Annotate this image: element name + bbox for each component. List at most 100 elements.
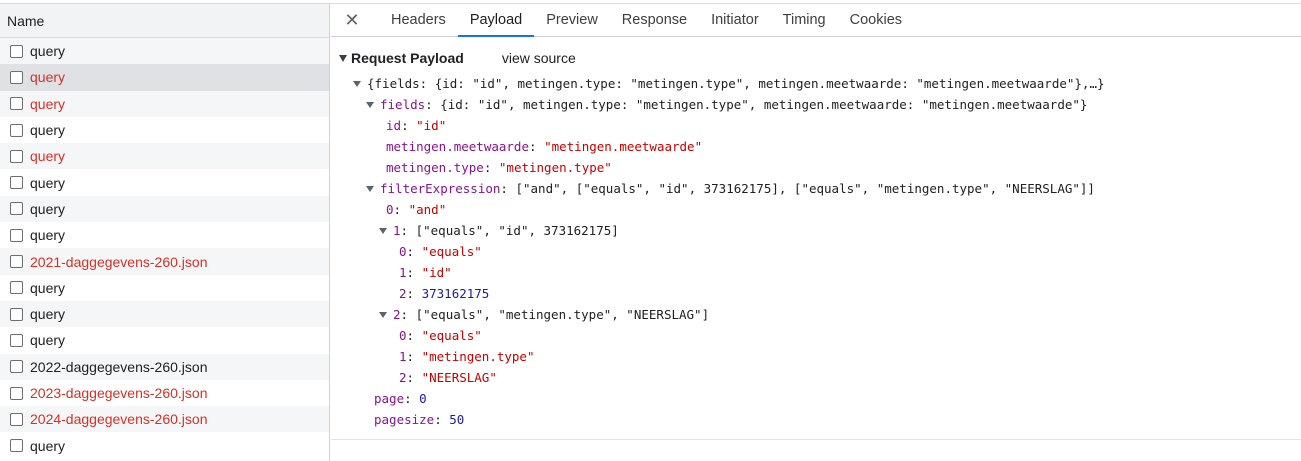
expand-triangle-icon[interactable]: [366, 101, 374, 108]
request-details-panel: ✕ Headers Payload Preview Response Initi…: [331, 4, 1301, 461]
row-checkbox[interactable]: [10, 149, 23, 163]
request-row[interactable]: query: [0, 64, 329, 91]
root-summary: {fields: {id: "id", metingen.type: "meti…: [367, 76, 1105, 91]
row-checkbox[interactable]: [10, 439, 23, 453]
row-checkbox[interactable]: [10, 360, 23, 374]
request-row[interactable]: query: [0, 90, 329, 117]
expand-triangle-icon[interactable]: [366, 185, 374, 192]
row-checkbox[interactable]: [10, 281, 23, 295]
collapse-triangle-icon[interactable]: [339, 54, 347, 62]
view-source-link[interactable]: view source: [502, 50, 576, 66]
tree-summary: ["and", ["equals", "id", 373162175], ["e…: [515, 181, 1095, 196]
request-row[interactable]: 2022-daggegevens-260.json: [0, 353, 329, 380]
tree-row-fields-type: metingen.type: "metingen.type": [386, 160, 612, 175]
row-checkbox[interactable]: [10, 202, 23, 216]
request-name: 2022-daggegevens-260.json: [30, 358, 208, 375]
close-icon[interactable]: ✕: [341, 4, 363, 36]
request-row[interactable]: query: [0, 327, 329, 353]
tree-row-filterexpression[interactable]: filterExpression: ["and", ["equals", "id…: [331, 178, 1301, 199]
tab-initiator[interactable]: Initiator: [699, 4, 771, 36]
tree-summary: ["equals", "metingen.type", "NEERSLAG"]: [415, 307, 710, 322]
tree-key: 1: [399, 265, 407, 280]
tree-value: "metingen.type": [421, 349, 535, 364]
tab-preview[interactable]: Preview: [534, 4, 610, 36]
request-name: query: [30, 306, 66, 323]
tree-value: "NEERSLAG": [421, 370, 497, 385]
request-name: query: [30, 437, 66, 454]
request-row[interactable]: query: [0, 195, 329, 223]
request-list: query query query query query query query query…: [0, 38, 329, 459]
tree-key: id: [386, 118, 402, 133]
tab-response[interactable]: Response: [610, 4, 699, 36]
row-checkbox[interactable]: [10, 123, 23, 137]
row-checkbox[interactable]: [10, 97, 23, 111]
row-checkbox[interactable]: [10, 386, 23, 400]
tree-row-filter-2-2: 2: "NEERSLAG": [399, 370, 497, 385]
tree-value: "id": [421, 265, 452, 280]
request-row[interactable]: query: [0, 143, 329, 170]
tree-key: metingen.meetwaarde: [386, 139, 529, 154]
expand-triangle-icon[interactable]: [379, 227, 387, 234]
request-row[interactable]: 2023-daggegevens-260.json: [0, 380, 329, 406]
request-payload-section-header[interactable]: Request Payload view source: [331, 46, 1301, 70]
expand-triangle-icon[interactable]: [379, 311, 387, 318]
tree-row-fields[interactable]: fields: {id: "id", metingen.type: "metin…: [331, 94, 1301, 115]
request-name: query: [30, 200, 66, 217]
request-row[interactable]: query: [0, 300, 329, 328]
tree-key: metingen.type: [386, 160, 484, 175]
request-row[interactable]: query: [0, 117, 329, 143]
tree-value: 373162175: [421, 286, 490, 301]
row-checkbox[interactable]: [10, 176, 23, 190]
tree-value: 50: [449, 412, 465, 427]
request-row[interactable]: query: [0, 169, 329, 195]
expand-triangle-icon[interactable]: [353, 80, 361, 87]
tree-value: "equals": [421, 244, 482, 259]
request-name: query: [30, 43, 66, 60]
tab-headers[interactable]: Headers: [379, 4, 458, 36]
tree-row-filter-1[interactable]: 1: ["equals", "id", 373162175]: [331, 220, 1301, 241]
tree-row-filter-2-1: 1: "metingen.type": [399, 349, 535, 364]
tree-key: 0: [386, 202, 394, 217]
request-name: query: [30, 148, 66, 165]
tree-root-row[interactable]: {fields: {id: "id", metingen.type: "meti…: [331, 73, 1301, 94]
tree-row-fields-id: id: "id": [386, 118, 447, 133]
tree-key: 2: [399, 370, 407, 385]
tree-key: fields: [380, 97, 426, 112]
request-row[interactable]: query: [0, 38, 329, 65]
request-name: 2024-daggegevens-260.json: [30, 411, 208, 428]
divider: [331, 439, 1301, 440]
tab-cookies[interactable]: Cookies: [838, 4, 914, 36]
tab-payload[interactable]: Payload: [457, 4, 535, 37]
request-row[interactable]: query: [0, 275, 329, 301]
request-row[interactable]: query: [0, 222, 329, 248]
request-name: query: [30, 69, 66, 86]
tree-key: 0: [399, 244, 407, 259]
tree-value: "and": [408, 202, 447, 217]
row-checkbox[interactable]: [10, 70, 23, 84]
tree-row-pagesize: pagesize: 50: [374, 412, 465, 427]
row-checkbox[interactable]: [10, 44, 23, 58]
section-title: Request Payload: [351, 50, 464, 66]
request-name: query: [30, 279, 66, 296]
tree-key: 1: [393, 223, 401, 238]
tab-timing[interactable]: Timing: [771, 4, 838, 36]
row-checkbox[interactable]: [10, 412, 23, 426]
request-row[interactable]: 2021-daggegevens-260.json: [0, 248, 329, 275]
row-checkbox[interactable]: [10, 255, 23, 269]
name-column-header[interactable]: Name: [0, 4, 329, 38]
tree-value: "id": [416, 118, 447, 133]
tree-key: 0: [399, 328, 407, 343]
tree-row-filter-2-0: 0: "equals": [399, 328, 482, 343]
row-checkbox[interactable]: [10, 333, 23, 347]
row-checkbox[interactable]: [10, 228, 23, 242]
payload-tree: {fields: {id: "id", metingen.type: "meti…: [331, 73, 1301, 430]
request-name: query: [30, 227, 66, 244]
request-name: query: [30, 122, 66, 139]
tree-value: "metingen.meetwaarde": [544, 139, 703, 154]
request-row[interactable]: 2024-daggegevens-260.json: [0, 406, 329, 433]
request-row[interactable]: query: [0, 432, 329, 458]
row-checkbox[interactable]: [10, 307, 23, 321]
tree-value: 0: [419, 391, 427, 406]
tree-row-filter-2[interactable]: 2: ["equals", "metingen.type", "NEERSLAG…: [331, 304, 1301, 325]
tree-row-page: page: 0: [374, 391, 427, 406]
